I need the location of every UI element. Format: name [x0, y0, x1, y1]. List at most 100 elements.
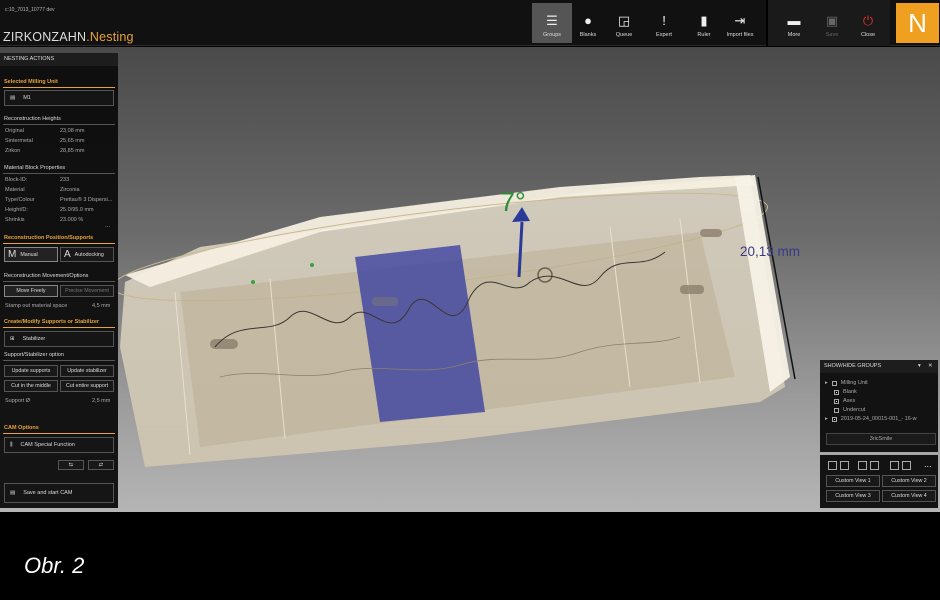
custom-view-4-button[interactable]: Custom View 4 [882, 490, 936, 502]
stabilizer-button[interactable]: ⊞ Stabilizer [4, 331, 114, 347]
ruler-icon: ▮ [700, 13, 708, 28]
height-value: 23,08 mm [60, 128, 85, 134]
custom-view-1-button[interactable]: Custom View 1 [826, 475, 880, 487]
section-title: Selected Milling Unit [4, 79, 58, 85]
save-start-cam-label: Save and start CAM [23, 490, 73, 496]
autodocking-button[interactable]: A Autodocking [60, 247, 114, 262]
3d-viewport[interactable]: 7° 20,13 mm [0, 47, 940, 512]
support-diameter-value[interactable]: 2,5 mm [92, 398, 110, 404]
view-top-icon[interactable] [890, 461, 899, 470]
exclamation-icon: ! [662, 13, 666, 28]
support-pin [372, 297, 398, 306]
view-bottom-icon[interactable] [902, 461, 911, 470]
groups-button[interactable]: ☰ Groups [532, 3, 572, 43]
groups-panel-title: SHOW/HIDE GROUPS [824, 363, 882, 369]
stampout-value[interactable]: 4,5 mm [92, 303, 110, 309]
more-properties-button[interactable]: ... [105, 223, 110, 229]
close-button[interactable]: ⏻ Close [848, 3, 888, 43]
group-checkbox[interactable] [831, 416, 837, 422]
material-label: Type/Colour [5, 197, 35, 203]
section-title: Support/Stabilizer option [4, 352, 64, 358]
manual-label: Manual [20, 251, 38, 258]
material-value: Prettau® 3 Dispersi... [60, 197, 113, 203]
expand-icon[interactable]: ▸ [825, 380, 828, 386]
save-button[interactable]: ▣ Save [812, 3, 852, 43]
group-item[interactable]: ▸ 2019-05-24_00015-001_- 16-w [825, 416, 917, 422]
group-checkbox[interactable] [834, 407, 839, 413]
menu-icon: ☰ [546, 13, 558, 28]
material-label: Block-ID: [5, 177, 28, 183]
undo-button[interactable]: ⇆ [58, 460, 84, 470]
save-start-cam-button[interactable]: ▤ Save and start CAM [4, 483, 114, 503]
more-views-button[interactable]: ... [924, 459, 932, 469]
material-row: Height/D: 25.0/95.0 mm [5, 207, 115, 213]
import-files-button-label: Import files [726, 32, 754, 38]
material-row: Material Zirconia [5, 187, 115, 193]
group-item[interactable]: Axes [834, 398, 855, 404]
blanks-button-label: Blanks [579, 32, 597, 38]
material-label: Material [5, 187, 25, 193]
expert-button[interactable]: ! Expert [644, 3, 684, 43]
height-label: Sintermetal [5, 138, 33, 144]
milling-unit-select[interactable]: ▤ M1 [4, 90, 114, 106]
group-item[interactable]: Undercut [834, 407, 865, 413]
queue-button[interactable]: ◲ Queue [604, 3, 644, 43]
section-title: Material Block Properties [4, 165, 66, 171]
import-icon: ⇥ [734, 13, 746, 28]
view-front-icon[interactable] [828, 461, 837, 470]
custom-views-panel: ... Custom View 1 Custom View 2 Custom V… [820, 455, 938, 508]
blanks-button[interactable]: ● Blanks [568, 3, 608, 43]
height-row: Zirkon 28,85 mm [5, 148, 115, 154]
update-supports-button[interactable]: Update supports [4, 365, 58, 377]
section-divider [3, 433, 115, 434]
section-divider [3, 360, 115, 361]
view-right-icon[interactable] [870, 461, 879, 470]
custom-view-2-button[interactable]: Custom View 2 [882, 475, 936, 487]
stampout-row: Stamp out material space 4,5 mm [5, 303, 115, 309]
redo-button[interactable]: ⇄ [88, 460, 114, 470]
close-button-label: Close [860, 32, 876, 38]
support-pin [210, 339, 238, 349]
queue-icon: ◲ [617, 13, 631, 28]
group-label: Blank [843, 389, 857, 395]
group-item[interactable]: Blank [834, 389, 857, 395]
move-freely-button[interactable]: Move Freely [4, 285, 58, 297]
ruler-button-label: Ruler [697, 32, 711, 38]
brand-module: .Nesting [86, 30, 134, 44]
manual-button[interactable]: M Manual [4, 247, 58, 262]
expand-icon[interactable]: ▸ [825, 416, 828, 422]
view-left-icon[interactable] [858, 461, 867, 470]
nesting-scene: 7° 20,13 mm [111, 175, 800, 467]
group-search-field[interactable]: 3ricSmile [826, 433, 936, 445]
cam-special-button[interactable]: ⫼ CAM Special Function [4, 437, 114, 453]
material-label: Height/D: [5, 207, 28, 213]
ruler-button[interactable]: ▮ Ruler [684, 3, 724, 43]
more-button[interactable]: ▬ More [774, 3, 814, 43]
section-divider [3, 281, 115, 282]
expert-button-label: Expert [656, 32, 672, 38]
group-checkbox[interactable] [834, 389, 839, 395]
group-checkbox[interactable] [834, 398, 839, 404]
cut-middle-button[interactable]: Cut in the middle [4, 380, 58, 392]
group-checkbox[interactable] [831, 380, 837, 386]
undo-icon: ⇆ [68, 462, 74, 468]
precise-movement-button[interactable]: Precise Movement [60, 285, 114, 297]
save-icon: ▣ [825, 13, 839, 28]
import-files-button[interactable]: ⇥ Import files [720, 3, 760, 43]
dropdown-icon[interactable]: ▾ [918, 363, 921, 369]
green-marker [310, 263, 314, 267]
custom-view-3-button[interactable]: Custom View 3 [826, 490, 880, 502]
height-value: 28,85 mm [60, 148, 85, 154]
material-row: Block-ID: 233 [5, 177, 115, 183]
close-icon[interactable]: ✕ [928, 363, 933, 369]
view-back-icon[interactable] [840, 461, 849, 470]
group-item[interactable]: ▸ Milling Unit [825, 380, 868, 386]
more-button-label: More [787, 32, 801, 38]
file-name: c:10_7013_10777 dev [5, 7, 55, 13]
update-stabilizer-button[interactable]: Update stabilizer [60, 365, 114, 377]
material-value: 23.000 % [60, 217, 84, 223]
cam-special-label: CAM Special Function [20, 442, 75, 448]
blank-icon: ● [584, 13, 592, 28]
section-divider [3, 87, 115, 88]
cut-entire-button[interactable]: Cut entire support [60, 380, 114, 392]
